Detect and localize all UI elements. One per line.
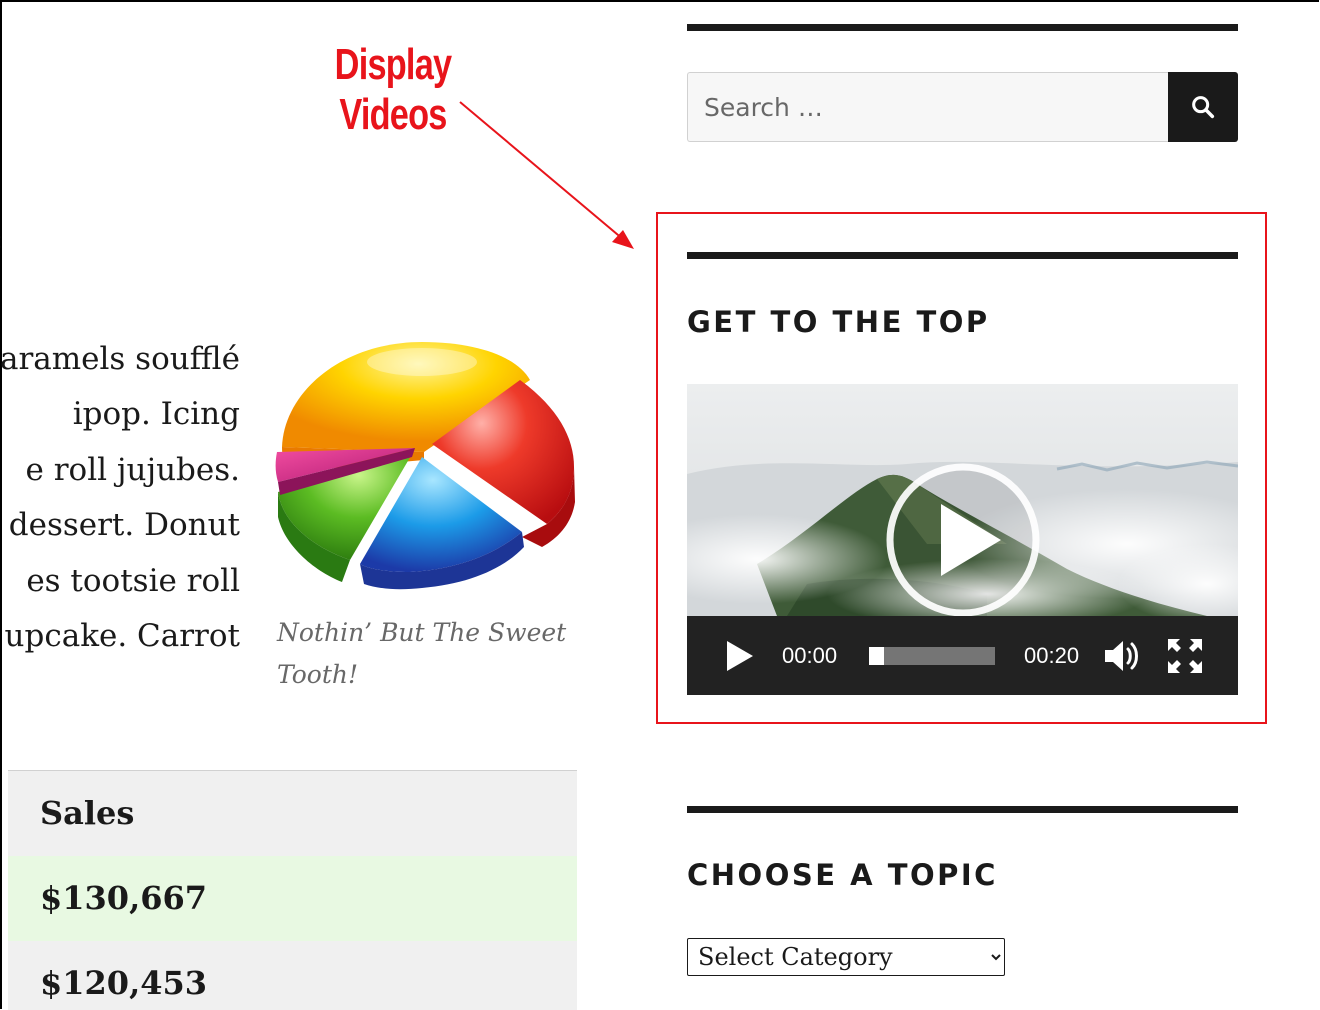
widget-divider <box>687 806 1238 813</box>
body-text-line: es tootsie roll <box>26 562 240 599</box>
search-button[interactable] <box>1168 72 1238 142</box>
search-form <box>687 72 1238 142</box>
post-heading-fragment: : <box>0 222 3 257</box>
table-header-row: Sales <box>8 770 577 856</box>
widget-divider <box>687 24 1238 31</box>
body-text-line: dessert. Donut <box>8 507 240 544</box>
pie-chart-figure: Nothin’ But The Sweet Tooth! <box>272 332 580 696</box>
body-text-line: ipop. Icing <box>72 396 240 433</box>
table-header-sales: Sales <box>8 770 577 856</box>
annotation-line-1: Display <box>334 40 452 89</box>
body-text-line: upcake. Carrot <box>4 618 240 655</box>
search-icon <box>1192 96 1215 119</box>
table-row: $130,667 <box>8 855 577 941</box>
search-input[interactable] <box>687 72 1168 142</box>
table-cell: $120,453 <box>8 940 577 1010</box>
category-select[interactable]: Select Category <box>687 938 1005 976</box>
annotation-line-2: Videos <box>339 90 447 139</box>
post-body-text: aramels soufflé ipop. Icing e roll jujubes… <box>0 332 260 664</box>
body-text-line: aramels soufflé <box>0 341 240 377</box>
table-cell: $130,667 <box>8 855 577 941</box>
annotation-highlight-box <box>656 212 1267 724</box>
table-row: $120,453 <box>8 940 577 1010</box>
pie-chart-image <box>275 342 575 590</box>
figure-caption: Nothin’ But The Sweet Tooth! <box>277 618 567 689</box>
annotation-label: Display Videos <box>335 40 452 140</box>
sales-table: Sales $130,667 $120,453 <box>8 770 577 1010</box>
category-widget-title: CHOOSE A TOPIC <box>687 858 998 892</box>
post-content: : aramels soufflé ipop. Icing e roll jujub… <box>0 0 580 1010</box>
body-text-line: e roll jujubes. <box>25 451 240 488</box>
